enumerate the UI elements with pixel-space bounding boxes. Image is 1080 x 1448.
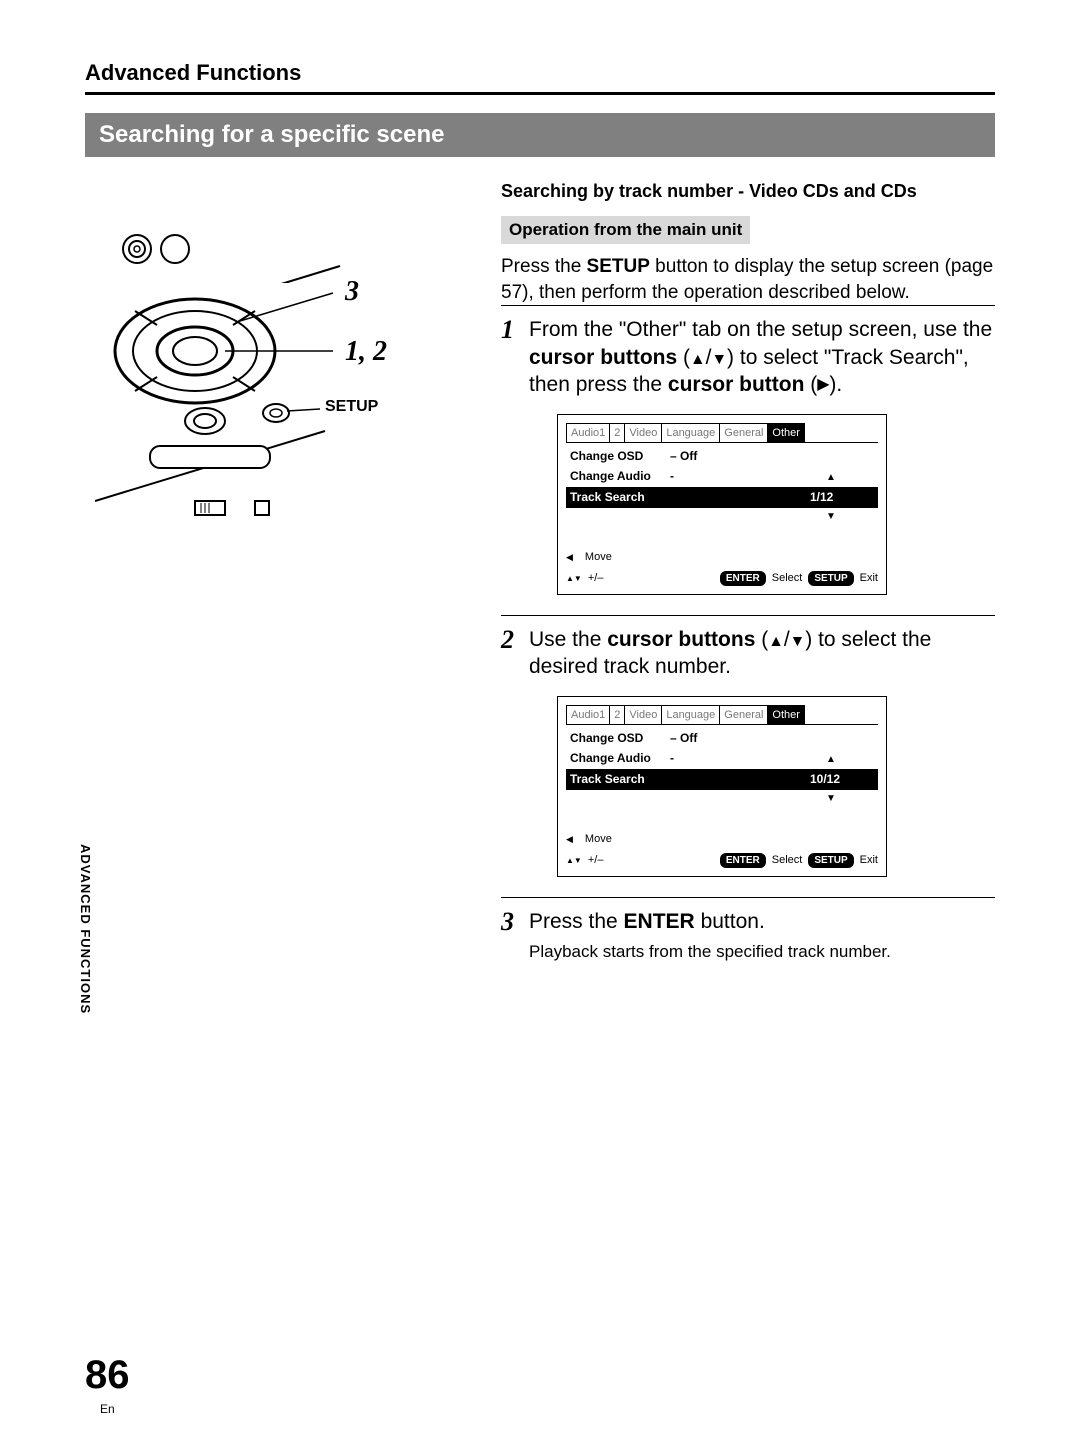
device-diagram: 3 1, 2 SETUP xyxy=(95,221,395,581)
callout-12: 1, 2 xyxy=(345,336,387,368)
up-arrow-icon xyxy=(690,346,706,369)
tab-other: Other xyxy=(767,423,805,442)
chapter-header: Advanced Functions xyxy=(85,60,995,95)
tab-general: General xyxy=(719,705,768,724)
language-code: En xyxy=(100,1402,115,1416)
tab-general: General xyxy=(719,423,768,442)
tab-video: Video xyxy=(624,423,662,442)
tab-audio1: Audio1 xyxy=(566,705,610,724)
side-tab-label: ADVANCED FUNCTIONS xyxy=(78,840,93,1140)
right-arrow-icon xyxy=(817,373,829,396)
down-arrow-icon xyxy=(711,346,727,369)
tab-2: 2 xyxy=(609,705,625,724)
step-1: 1 From the "Other" tab on the setup scre… xyxy=(501,305,995,614)
step-3: 3 Press the ENTER button. Playback start… xyxy=(501,897,995,978)
step-2: 2 Use the cursor buttons (/) to select t… xyxy=(501,615,995,897)
tab-2: 2 xyxy=(609,423,625,442)
up-arrow-icon xyxy=(768,628,784,651)
tab-video: Video xyxy=(624,705,662,724)
callout-setup: SETUP xyxy=(325,398,378,416)
down-arrow-icon xyxy=(790,628,806,651)
osd-screenshot-1: Audio1 2 Video Language General Other Ch… xyxy=(557,414,887,594)
callout-3: 3 xyxy=(345,276,359,308)
intro-paragraph: Press the SETUP button to display the se… xyxy=(501,254,995,305)
step-number: 2 xyxy=(501,626,529,883)
page-number: 86 xyxy=(85,1353,130,1398)
section-title: Searching for a specific scene xyxy=(85,113,995,157)
step-3-note: Playback starts from the specified track… xyxy=(529,941,995,964)
tab-language: Language xyxy=(661,705,720,724)
operation-heading: Operation from the main unit xyxy=(501,216,750,244)
setup-pill-icon: SETUP xyxy=(808,853,853,868)
enter-pill-icon: ENTER xyxy=(720,571,766,586)
tab-other: Other xyxy=(767,705,805,724)
step-number: 3 xyxy=(501,908,529,964)
side-tab: ADVANCED FUNCTIONS xyxy=(60,840,86,1140)
tab-language: Language xyxy=(661,423,720,442)
osd-screenshot-2: Audio1 2 Video Language General Other Ch… xyxy=(557,696,887,876)
tab-audio1: Audio1 xyxy=(566,423,610,442)
setup-pill-icon: SETUP xyxy=(808,571,853,586)
step-number: 1 xyxy=(501,316,529,600)
subsection-heading: Searching by track number - Video CDs an… xyxy=(501,181,995,202)
enter-pill-icon: ENTER xyxy=(720,853,766,868)
